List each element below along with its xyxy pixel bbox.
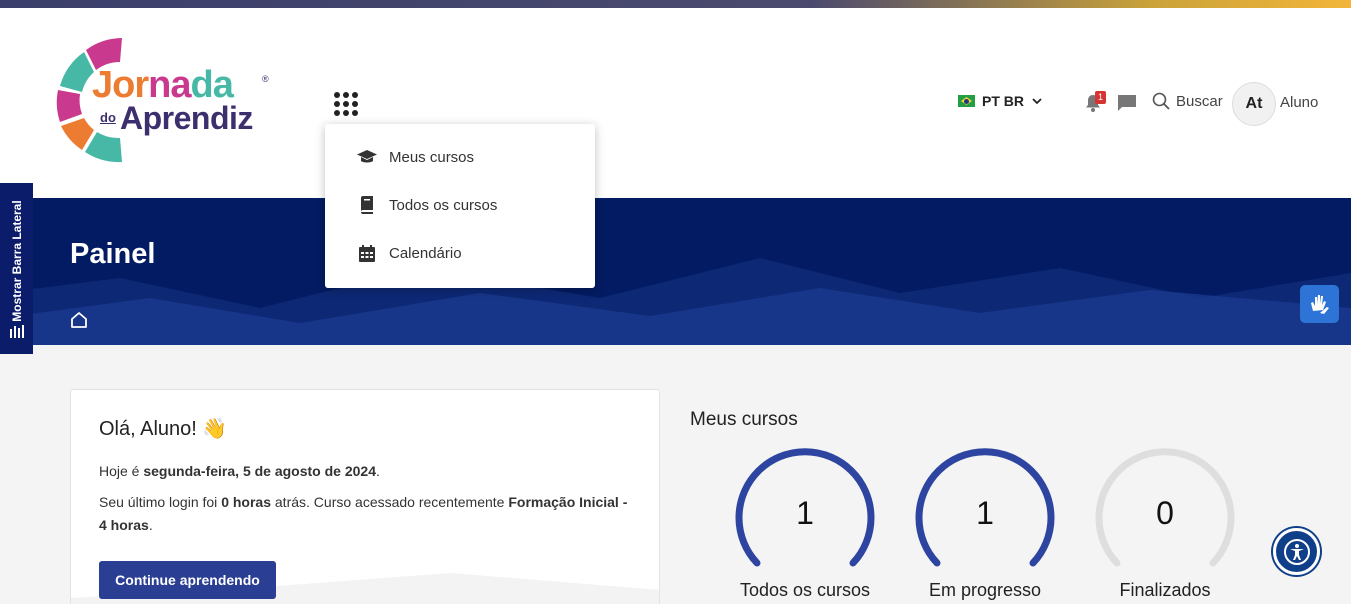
sidebar-bars-icon — [10, 325, 24, 338]
user-name[interactable]: Aluno — [1280, 94, 1318, 111]
chevron-down-icon — [1032, 98, 1042, 105]
graduation-cap-icon — [357, 147, 377, 167]
search-label: Buscar — [1176, 92, 1223, 110]
search-icon — [1152, 92, 1170, 110]
menu-item-label: Todos os cursos — [389, 196, 498, 214]
gauge-label-finished: Finalizados — [1119, 580, 1211, 600]
menu-item-my-courses[interactable]: Meus cursos — [325, 135, 595, 179]
menu-item-label: Calendário — [389, 244, 462, 262]
today-date-text: Hoje é segunda-feira, 5 de agosto de 202… — [99, 463, 380, 479]
brazil-flag-icon — [958, 95, 975, 107]
logo-word-aprendiz: Aprendiz — [120, 100, 253, 136]
accessibility-person-icon — [1283, 538, 1310, 565]
gauge-all-courses[interactable]: 1 — [735, 443, 875, 573]
menu-item-label: Meus cursos — [389, 148, 475, 166]
page-title: Painel — [70, 238, 156, 270]
top-color-stripe — [0, 0, 1351, 8]
grid-dots-icon[interactable] — [334, 92, 358, 116]
hands-sign-language-icon — [1310, 295, 1329, 314]
gauge-value: 0 — [1156, 495, 1174, 531]
language-selector[interactable]: PT BR — [958, 93, 1043, 109]
my-courses-heading: Meus cursos — [690, 409, 798, 430]
notification-badge: 1 — [1095, 91, 1106, 104]
search-button[interactable]: Buscar — [1152, 92, 1223, 110]
chat-icon[interactable] — [1117, 94, 1137, 112]
page-hero-banner: Painel — [0, 198, 1351, 345]
gauge-finished[interactable]: 0 — [1095, 443, 1235, 573]
menu-item-calendar[interactable]: Calendário — [325, 231, 595, 275]
show-sidebar-toggle[interactable]: Mostrar Barra Lateral — [0, 183, 33, 354]
continue-learning-button[interactable]: Continue aprendendo — [99, 561, 276, 599]
last-login-text: Seu último login foi 0 horas atrás. Curs… — [99, 494, 628, 533]
user-avatar[interactable]: At — [1232, 82, 1276, 126]
hero-wave-decoration — [0, 258, 1351, 345]
waving-hand-icon: 👋 — [202, 418, 228, 440]
sign-language-button[interactable] — [1300, 285, 1339, 323]
home-icon[interactable] — [70, 311, 88, 329]
language-label: PT BR — [982, 93, 1024, 109]
jornada-aprendiz-logo[interactable]: Jornada ® do Aprendiz — [52, 30, 282, 170]
gauge-label-all-courses: Todos os cursos — [739, 580, 871, 600]
accessibility-button[interactable] — [1273, 528, 1320, 575]
gauge-in-progress[interactable]: 1 — [915, 443, 1055, 573]
book-icon — [357, 195, 377, 215]
gauge-label-in-progress: Em progresso — [928, 580, 1042, 600]
gauge-value: 1 — [976, 495, 994, 531]
welcome-card: Olá, Aluno! 👋 Hoje é segunda-feira, 5 de… — [70, 389, 660, 604]
logo-word-do: do — [100, 110, 116, 125]
calendar-icon — [357, 243, 377, 263]
menu-item-all-courses[interactable]: Todos os cursos — [325, 183, 595, 227]
show-sidebar-label: Mostrar Barra Lateral — [10, 200, 24, 322]
logo-registered-mark: ® — [262, 74, 269, 84]
apps-dropdown-menu: Meus cursos Todos os cursos Calendário — [325, 124, 595, 288]
greeting-heading: Olá, Aluno! 👋 — [99, 418, 228, 440]
gauge-value: 1 — [796, 495, 814, 531]
